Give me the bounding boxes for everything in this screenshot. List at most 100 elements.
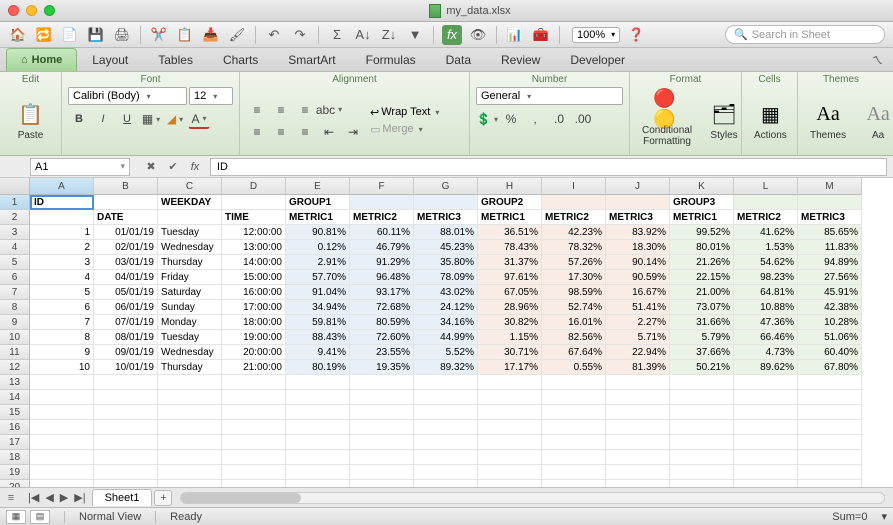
cell-H1[interactable]: GROUP2	[478, 195, 542, 210]
cell-D15[interactable]	[222, 405, 286, 420]
cell-A20[interactable]	[30, 480, 94, 487]
cell-C9[interactable]: Monday	[158, 315, 222, 330]
cell-E5[interactable]: 2.91%	[286, 255, 350, 270]
cell-B5[interactable]: 03/01/19	[94, 255, 158, 270]
row-header-8[interactable]: 8	[0, 300, 30, 315]
cell-I6[interactable]: 17.30%	[542, 270, 606, 285]
cell-M9[interactable]: 10.28%	[798, 315, 862, 330]
cell-L16[interactable]	[734, 420, 798, 435]
page-layout-view-button[interactable]: ▤	[30, 510, 50, 524]
align-left-button[interactable]: ≡	[246, 122, 268, 142]
cell-K5[interactable]: 21.26%	[670, 255, 734, 270]
cell-E15[interactable]	[286, 405, 350, 420]
cell-I10[interactable]: 82.56%	[542, 330, 606, 345]
cell-M17[interactable]	[798, 435, 862, 450]
status-menu-icon[interactable]: ▾	[881, 510, 887, 523]
cell-C5[interactable]: Thursday	[158, 255, 222, 270]
cell-F15[interactable]	[350, 405, 414, 420]
cell-D10[interactable]: 19:00:00	[222, 330, 286, 345]
cell-J11[interactable]: 22.94%	[606, 345, 670, 360]
cell-E7[interactable]: 91.04%	[286, 285, 350, 300]
cell-E13[interactable]	[286, 375, 350, 390]
row-header-11[interactable]: 11	[0, 345, 30, 360]
cell-L8[interactable]: 10.88%	[734, 300, 798, 315]
row-header-16[interactable]: 16	[0, 420, 30, 435]
cell-H18[interactable]	[478, 450, 542, 465]
cell-B14[interactable]	[94, 390, 158, 405]
row-header-5[interactable]: 5	[0, 255, 30, 270]
cell-M7[interactable]: 45.91%	[798, 285, 862, 300]
cell-F3[interactable]: 60.11%	[350, 225, 414, 240]
tab-charts[interactable]: Charts	[208, 48, 273, 71]
cell-M5[interactable]: 94.89%	[798, 255, 862, 270]
cell-G7[interactable]: 43.02%	[414, 285, 478, 300]
cell-K16[interactable]	[670, 420, 734, 435]
italic-button[interactable]: I	[92, 109, 114, 129]
fill-color-button[interactable]: ◢	[164, 109, 186, 129]
row-header-13[interactable]: 13	[0, 375, 30, 390]
cell-L2[interactable]: METRIC2	[734, 210, 798, 225]
save-icon[interactable]: 💾	[86, 25, 106, 45]
cell-I1[interactable]	[542, 195, 606, 210]
font-size-select[interactable]: 12	[189, 87, 233, 105]
cell-M2[interactable]: METRIC3	[798, 210, 862, 225]
cell-A6[interactable]: 4	[30, 270, 94, 285]
row-header-3[interactable]: 3	[0, 225, 30, 240]
cell-J16[interactable]	[606, 420, 670, 435]
tab-layout[interactable]: Layout	[77, 48, 143, 71]
expand-sheets-icon[interactable]: ≡	[0, 490, 22, 506]
cell-J5[interactable]: 90.14%	[606, 255, 670, 270]
font-color-button[interactable]: A	[188, 109, 210, 129]
cell-E20[interactable]	[286, 480, 350, 487]
cell-K8[interactable]: 73.07%	[670, 300, 734, 315]
close-window-button[interactable]	[8, 5, 19, 16]
cell-B9[interactable]: 07/01/19	[94, 315, 158, 330]
cell-I12[interactable]: 0.55%	[542, 360, 606, 375]
copy-icon[interactable]: 📋	[175, 25, 195, 45]
cell-D11[interactable]: 20:00:00	[222, 345, 286, 360]
cell-I18[interactable]	[542, 450, 606, 465]
next-sheet-button[interactable]: ▶	[58, 491, 70, 504]
cell-A8[interactable]: 6	[30, 300, 94, 315]
column-header-H[interactable]: H	[478, 178, 542, 195]
column-header-A[interactable]: A	[30, 178, 94, 195]
cell-H10[interactable]: 1.15%	[478, 330, 542, 345]
paste-icon[interactable]: 📥	[201, 25, 221, 45]
percent-button[interactable]: %	[500, 109, 522, 129]
cell-B17[interactable]	[94, 435, 158, 450]
redo-icon[interactable]: ↷	[290, 25, 310, 45]
cell-I3[interactable]: 42.23%	[542, 225, 606, 240]
cell-G17[interactable]	[414, 435, 478, 450]
row-header-7[interactable]: 7	[0, 285, 30, 300]
cell-F11[interactable]: 23.55%	[350, 345, 414, 360]
cell-K17[interactable]	[670, 435, 734, 450]
cell-L18[interactable]	[734, 450, 798, 465]
cell-A2[interactable]	[30, 210, 94, 225]
format-painter-icon[interactable]: 🖌	[227, 25, 247, 45]
cell-C16[interactable]	[158, 420, 222, 435]
cell-I17[interactable]	[542, 435, 606, 450]
currency-button[interactable]: 💲	[476, 109, 498, 129]
column-header-L[interactable]: L	[734, 178, 798, 195]
decrease-indent-button[interactable]: ⇤	[318, 122, 340, 142]
row-header-20[interactable]: 20	[0, 480, 30, 487]
prev-sheet-button[interactable]: ◀	[43, 491, 55, 504]
cell-I20[interactable]	[542, 480, 606, 487]
tab-data[interactable]: Data	[431, 48, 486, 71]
row-header-12[interactable]: 12	[0, 360, 30, 375]
cell-G18[interactable]	[414, 450, 478, 465]
cell-D5[interactable]: 14:00:00	[222, 255, 286, 270]
cell-I13[interactable]	[542, 375, 606, 390]
cell-A19[interactable]	[30, 465, 94, 480]
cell-K7[interactable]: 21.00%	[670, 285, 734, 300]
cell-H14[interactable]	[478, 390, 542, 405]
cell-D6[interactable]: 15:00:00	[222, 270, 286, 285]
cell-F7[interactable]: 93.17%	[350, 285, 414, 300]
cell-F1[interactable]	[350, 195, 414, 210]
cell-E3[interactable]: 90.81%	[286, 225, 350, 240]
cell-E16[interactable]	[286, 420, 350, 435]
toolbox-icon[interactable]: 🧰	[531, 25, 551, 45]
cell-J4[interactable]: 18.30%	[606, 240, 670, 255]
cell-I11[interactable]: 67.64%	[542, 345, 606, 360]
wrap-text-button[interactable]: ↩ Wrap Text	[370, 106, 439, 119]
